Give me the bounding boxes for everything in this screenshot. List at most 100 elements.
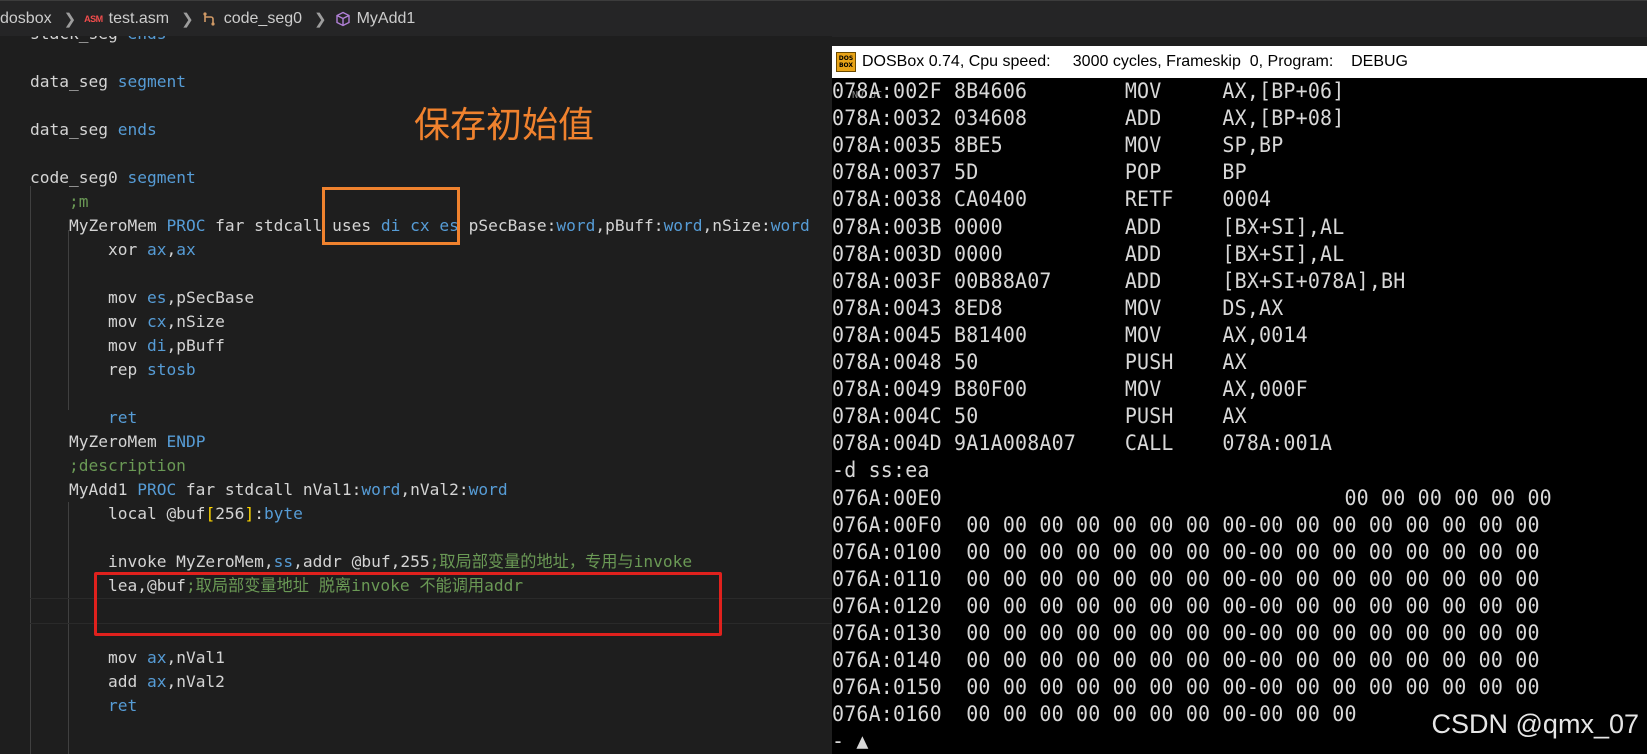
code-token: ,nVal2: [400,480,469,499]
highlight-box-uses [322,187,460,245]
breadcrumb-label: MyAdd1 [356,10,416,27]
code-line[interactable]: ;m [30,190,89,214]
code-token: ax [176,240,196,259]
code-token: MyZeroMem [30,216,167,235]
dosbox-output-line: 078A:0032 034608 ADD AX,[BP+08] [832,106,1345,131]
code-line[interactable]: code_seg0 segment [30,166,196,190]
code-token: data_seg [30,120,118,139]
code-line[interactable]: data_seg ends [30,118,157,142]
breadcrumb-label: dosbox [0,10,52,27]
code-token: di [146,336,167,355]
code-line[interactable]: add ax,nVal2 [30,670,225,694]
asm-file-icon: ASM [84,14,103,24]
code-line[interactable]: mov ax,nVal1 [30,646,225,670]
code-token: [ [205,504,216,523]
dosbox-output-line: 078A:0043 8ED8 MOV DS,AX [832,295,1284,320]
dosbox-output-line: 078A:0048 50 PUSH AX [832,350,1247,374]
code-token: mov [30,336,147,355]
code-token: ax [146,648,167,667]
code-token: segment [117,72,186,91]
code-token: ,nSize: [702,216,771,235]
code-line[interactable]: ret [30,406,137,430]
code-token: stosb [146,360,196,379]
code-token: ax [146,672,167,691]
dosbox-output-line: 078A:004C 50 PUSH AX [832,404,1247,429]
namespace-icon [202,11,224,27]
code-line[interactable]: mov cx,nSize [30,310,225,334]
code-token: word [770,216,810,235]
breadcrumb-item-file[interactable]: ASM test.asm [84,10,169,28]
code-token: invoke MyZeroMem, [30,552,274,571]
dosbox-output-line: 078A:0045 B81400 MOV AX,0014 [832,322,1308,347]
code-token: MyZeroMem [30,432,167,451]
breadcrumb-item-dosbox[interactable]: dosbox [0,10,52,28]
code-token: ENDP [166,432,206,451]
code-token: ret [30,408,138,427]
code-token: local @buf [30,504,206,523]
breadcrumb-label: test.asm [108,10,170,27]
code-token: far stdcall [205,216,333,235]
dosbox-icon-text: DOS [838,55,854,62]
code-line[interactable]: ;description [30,454,186,478]
dosbox-output-line: 078A:0035 8BE5 MOV SP,BP [832,133,1284,158]
code-token: word [468,480,508,499]
code-token: MyAdd1 [30,480,138,499]
code-line[interactable]: xor ax,ax [30,238,196,262]
breadcrumb-label: code_seg0 [223,10,303,27]
code-token: es [146,288,167,307]
dosbox-output-line: 076A:00F0 00 00 00 00 00 00 00 00-00 00 … [832,512,1540,537]
code-token: ;m [68,192,89,211]
dosbox-output-line: 078A:0049 B80F00 MOV AX,000F [832,377,1308,402]
code-token: ax [146,240,167,259]
code-editor[interactable]: stack_seg endsdata_seg segmentdata_seg e… [0,36,832,754]
code-token: code_seg0 [30,168,128,187]
code-token: byte [263,504,303,523]
watermark: CSDN @qmx_07 [1431,709,1639,739]
dosbox-output-line: 076A:00E0 00 00 00 00 00 00 [832,485,1552,510]
code-token: PROC [166,216,206,235]
code-line[interactable]: mov di,pBuff [30,334,225,358]
code-line[interactable]: MyAdd1 PROC far stdcall nVal1: word,nVal2… [30,478,508,502]
code-token: far stdcall nVal1: [176,480,362,499]
code-token: mov [30,288,147,307]
dosbox-window[interactable]: DOS BOX DOSBox 0.74, Cpu speed: 3000 cyc… [832,46,1647,754]
code-token: ,nVal2 [166,672,225,691]
code-line[interactable]: stack_seg ends [30,36,166,46]
code-token: ,addr @buf,255 [293,552,430,571]
code-token: ends [127,36,166,43]
code-line[interactable]: mov es,pSecBase [30,286,254,310]
dosbox-output-line: -d ss:ea [832,458,930,483]
code-token: mov [30,648,147,667]
code-line[interactable]: invoke MyZeroMem,ss,addr @buf,255;取局部变量的… [30,550,692,574]
dosbox-icon-text: BOX [838,62,854,69]
breadcrumb-item-symbol[interactable]: MyAdd1 [335,10,416,28]
code-token: ,nSize [166,312,225,331]
code-token: PROC [137,480,177,499]
dosbox-titlebar[interactable]: DOS BOX DOSBox 0.74, Cpu speed: 3000 cyc… [832,46,1647,78]
method-cube-icon [335,11,357,27]
chevron-right-icon: ❯ [314,11,327,28]
code-token: ss [273,552,294,571]
dosbox-output-line: 076A:0100 00 00 00 00 00 00 00 00-00 00 … [832,539,1540,564]
code-line[interactable]: local @buf[256]:byte [30,502,303,526]
breadcrumb-item-segment[interactable]: code_seg0 [202,10,302,28]
code-token: : [254,504,264,523]
code-token: word [663,216,703,235]
annotation-text: 保存初始值 [414,105,595,146]
code-line[interactable]: data_seg segment [30,70,186,94]
code-token: data_seg [30,72,118,91]
code-token: ] [244,504,255,523]
code-token: rep [30,360,147,379]
breadcrumb: dosbox ❯ ASM test.asm ❯ code_seg0 ❯ MyAd… [0,0,1647,37]
code-token: stack_seg [30,36,127,43]
dosbox-output-line: 076A:0130 00 00 00 00 00 00 00 00-00 00 … [832,621,1540,645]
code-line[interactable]: ret [30,694,137,718]
code-token: ends [117,120,157,139]
code-line[interactable]: rep stosb [30,358,196,382]
code-token: word [556,216,596,235]
dosbox-output-line: 078A:003D 0000 ADD [BX+SI],AL [832,241,1345,266]
dosbox-screen[interactable]: NV UC 078A:002F 8B4606 MOV AX,[BP+06] 078… [832,78,1647,754]
code-line[interactable]: MyZeroMem ENDP [30,430,205,454]
dosbox-output-line: 078A:002F 8B4606 MOV AX,[BP+06] [832,79,1345,103]
